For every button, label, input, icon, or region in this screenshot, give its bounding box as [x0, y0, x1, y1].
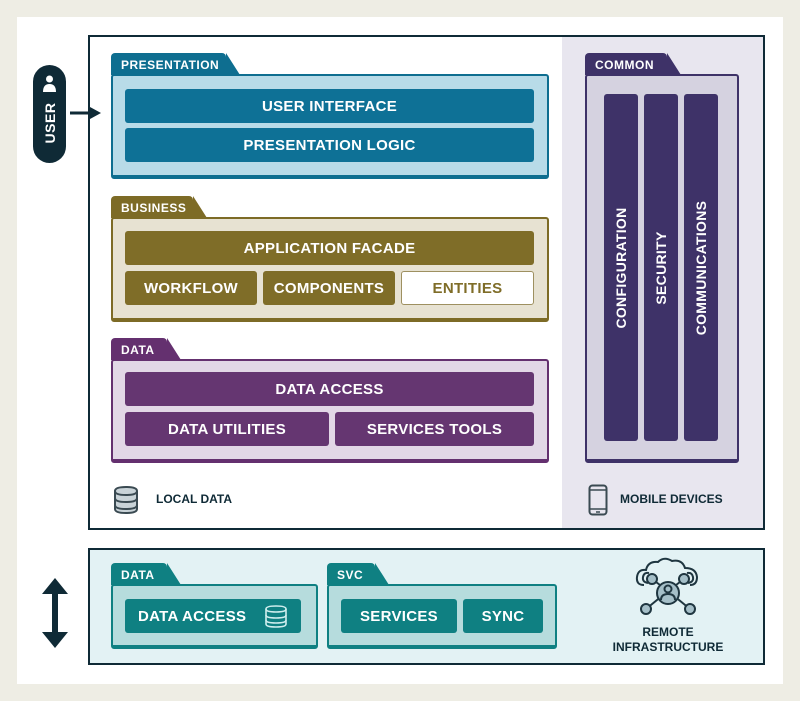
- communications-label: COMMUNICATIONS: [693, 200, 709, 335]
- mobile-phone-icon: [588, 484, 608, 516]
- configuration-column: CONFIGURATION: [604, 94, 638, 441]
- remote-data-tab: DATA: [111, 563, 181, 585]
- common-tab: COMMON: [585, 53, 681, 75]
- services-tools-block: SERVICES TOOLS: [335, 412, 534, 446]
- business-tab: BUSINESS: [111, 196, 207, 218]
- security-label: SECURITY: [653, 230, 669, 305]
- security-column: SECURITY: [644, 94, 678, 441]
- workflow-block: WORKFLOW: [125, 271, 257, 305]
- presentation-logic-block: PRESENTATION LOGIC: [125, 128, 534, 162]
- services-block: SERVICES: [341, 599, 457, 633]
- database-icon: [265, 605, 287, 628]
- user-interface-block: USER INTERFACE: [125, 89, 534, 123]
- svc-tab: SVC: [327, 563, 389, 585]
- data-tab: DATA: [111, 338, 181, 360]
- configuration-label: CONFIGURATION: [613, 206, 629, 329]
- user-label: USER: [41, 102, 58, 144]
- database-icon: [114, 486, 138, 514]
- presentation-tab: PRESENTATION: [111, 53, 240, 75]
- mobile-devices-label: MOBILE DEVICES: [620, 492, 723, 506]
- bidirectional-arrow-icon: [42, 578, 68, 648]
- user-icon: [43, 75, 56, 92]
- cloud-network-icon: [635, 557, 699, 615]
- application-facade-block: APPLICATION FACADE: [125, 231, 534, 265]
- sync-block: SYNC: [463, 599, 543, 633]
- remote-label-line1: REMOTE: [642, 625, 694, 639]
- entities-block: ENTITIES: [401, 271, 534, 305]
- components-block: COMPONENTS: [263, 271, 395, 305]
- local-data-label: LOCAL DATA: [156, 492, 232, 506]
- remote-label-line2: INFRASTRUCTURE: [612, 640, 724, 654]
- user-badge: USER: [33, 65, 66, 163]
- data-access-block: DATA ACCESS: [125, 372, 534, 406]
- remote-infrastructure-label: REMOTE INFRASTRUCTURE: [610, 625, 726, 655]
- arrow-right-icon: [70, 107, 101, 119]
- data-utilities-block: DATA UTILITIES: [125, 412, 329, 446]
- remote-data-access-block: DATA ACCESS: [125, 599, 301, 633]
- remote-data-access-label: DATA ACCESS: [138, 607, 247, 625]
- communications-column: COMMUNICATIONS: [684, 94, 718, 441]
